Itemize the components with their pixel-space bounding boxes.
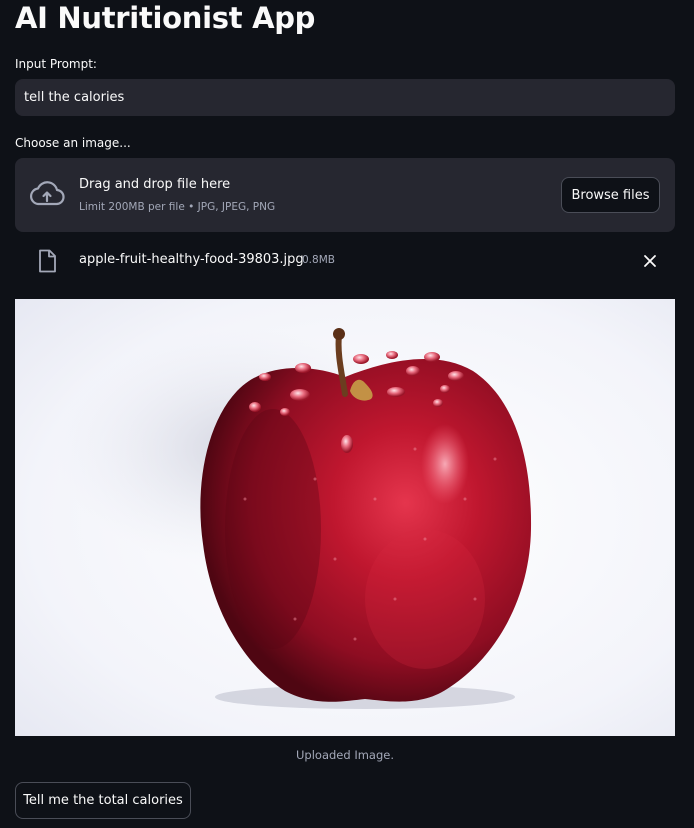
cloud-upload-icon	[29, 181, 65, 206]
uploaded-image	[15, 299, 675, 736]
tell-calories-button[interactable]: Tell me the total calories	[15, 782, 191, 819]
file-dropzone[interactable]: Drag and drop file here Limit 200MB per …	[15, 158, 675, 232]
input-prompt-field[interactable]	[15, 79, 675, 116]
image-uploader-label: Choose an image...	[15, 136, 131, 150]
browse-files-button[interactable]: Browse files	[561, 177, 660, 213]
uploaded-file-size: 0.8MB	[302, 254, 335, 266]
app-page: AI Nutritionist App Input Prompt: Choose…	[0, 0, 694, 828]
image-caption: Uploaded Image.	[296, 748, 394, 762]
dropzone-limit-text: Limit 200MB per file • JPG, JPEG, PNG	[79, 201, 276, 213]
input-prompt-label: Input Prompt:	[15, 57, 97, 71]
uploaded-file-row: apple-fruit-healthy-food-39803.jpg 0.8MB	[15, 246, 675, 276]
close-icon[interactable]	[643, 254, 657, 268]
page-title: AI Nutritionist App	[15, 1, 316, 35]
uploaded-file-name: apple-fruit-healthy-food-39803.jpg	[79, 252, 304, 267]
file-icon	[39, 249, 56, 273]
dropzone-title: Drag and drop file here	[79, 177, 231, 192]
apple-photo	[15, 299, 675, 736]
